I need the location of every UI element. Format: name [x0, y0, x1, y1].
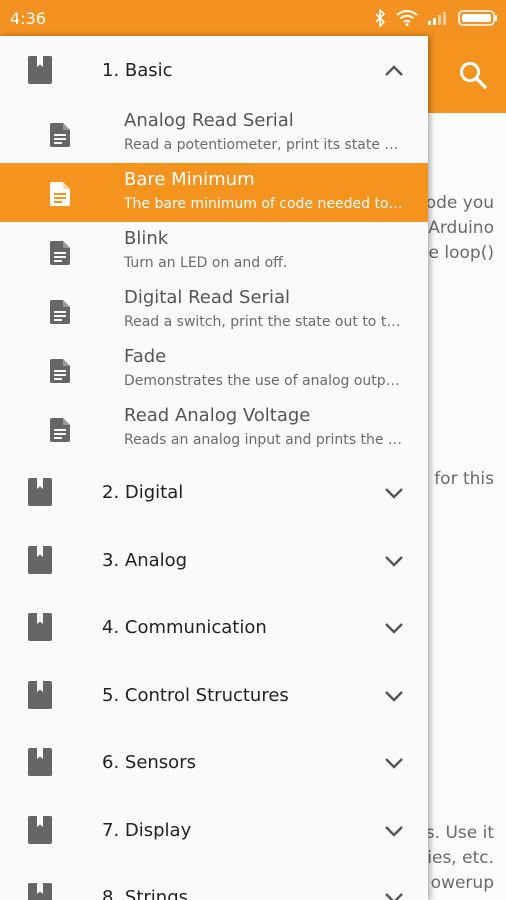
- book-icon: [28, 681, 52, 709]
- book-icon: [28, 883, 52, 900]
- category-control-structures[interactable]: 5. Control Structures: [0, 661, 428, 729]
- category-communication[interactable]: 4. Communication: [0, 593, 428, 661]
- status-time: 4:36: [10, 9, 46, 28]
- wifi-icon: [396, 10, 418, 26]
- example-title: Analog Read Serial: [124, 110, 294, 131]
- book-icon: [28, 613, 52, 641]
- category-label: 8. Strings: [102, 887, 188, 900]
- book-icon: [28, 478, 52, 506]
- example-item-analog-read-serial[interactable]: Analog Read Serial Read a potentiometer,…: [0, 104, 428, 163]
- example-subtitle: Read a potentiometer, print its state ou…: [124, 137, 406, 153]
- document-icon: [50, 123, 70, 147]
- chevron-down-icon[interactable]: [384, 621, 404, 635]
- bluetooth-icon: [375, 9, 386, 27]
- content-text: for this: [434, 469, 494, 489]
- example-title: Fade: [124, 346, 167, 367]
- category-label: 2. Digital: [102, 482, 184, 503]
- example-title: Bare Minimum: [124, 169, 255, 190]
- document-icon: [50, 182, 70, 206]
- chevron-down-icon[interactable]: [384, 891, 404, 900]
- example-title: Digital Read Serial: [124, 287, 290, 308]
- example-subtitle: Read a switch, print the state out to th…: [124, 314, 406, 330]
- signal-icon: [428, 12, 446, 25]
- category-strings[interactable]: 8. Strings: [0, 863, 428, 900]
- example-item-bare-minimum[interactable]: Bare Minimum The bare minimum of code ne…: [0, 163, 428, 222]
- content-text: ries, etc.: [428, 848, 494, 868]
- category-label: 1. Basic: [102, 60, 173, 81]
- document-icon: [50, 359, 70, 383]
- example-item-read-analog-voltage[interactable]: Read Analog Voltage Reads an analog inpu…: [0, 399, 428, 458]
- example-subtitle: The bare minimum of code needed to start…: [124, 196, 406, 212]
- category-analog[interactable]: 3. Analog: [0, 526, 428, 594]
- content-text: s. Use it: [428, 823, 494, 843]
- chevron-down-icon[interactable]: [384, 486, 404, 500]
- navigation-drawer: 1. Basic Analog Read Serial Read a poten…: [0, 36, 428, 900]
- example-subtitle: Demonstrates the use of analog output to…: [124, 373, 406, 389]
- battery-icon: [458, 10, 497, 26]
- document-icon: [50, 300, 70, 324]
- example-item-digital-read-serial[interactable]: Digital Read Serial Read a switch, print…: [0, 281, 428, 340]
- document-icon: [50, 418, 70, 442]
- example-item-fade[interactable]: Fade Demonstrates the use of analog outp…: [0, 340, 428, 399]
- content-text: e loop(): [428, 243, 494, 263]
- example-content: ode you Arduino e loop() for this s. Use…: [428, 113, 506, 900]
- category-label: 6. Sensors: [102, 752, 196, 773]
- example-item-blink[interactable]: Blink Turn an LED on and off.: [0, 222, 428, 281]
- example-title: Blink: [124, 228, 169, 249]
- category-label: 5. Control Structures: [102, 685, 289, 706]
- category-label: 7. Display: [102, 820, 192, 841]
- chevron-down-icon[interactable]: [384, 554, 404, 568]
- content-text: ode you: [428, 193, 494, 213]
- book-icon: [28, 56, 52, 84]
- book-icon: [28, 816, 52, 844]
- category-display[interactable]: 7. Display: [0, 796, 428, 864]
- chevron-down-icon[interactable]: [384, 756, 404, 770]
- status-icons: [374, 8, 498, 28]
- example-subtitle: Turn an LED on and off.: [124, 255, 288, 271]
- chevron-down-icon[interactable]: [384, 689, 404, 703]
- content-text: Arduino: [428, 218, 494, 238]
- example-subtitle: Reads an analog input and prints the vol…: [124, 432, 406, 448]
- chevron-down-icon[interactable]: [384, 824, 404, 838]
- category-basic[interactable]: 1. Basic: [0, 36, 428, 104]
- book-icon: [28, 748, 52, 776]
- search-icon[interactable]: [458, 60, 488, 90]
- category-sensors[interactable]: 6. Sensors: [0, 728, 428, 796]
- category-label: 3. Analog: [102, 550, 188, 571]
- document-icon: [50, 241, 70, 265]
- chevron-up-icon[interactable]: [384, 64, 404, 78]
- category-label: 4. Communication: [102, 617, 267, 638]
- content-text: owerup: [430, 873, 494, 893]
- category-digital[interactable]: 2. Digital: [0, 458, 428, 526]
- example-title: Read Analog Voltage: [124, 405, 311, 426]
- status-bar: 4:36: [0, 0, 506, 36]
- book-icon: [28, 546, 52, 574]
